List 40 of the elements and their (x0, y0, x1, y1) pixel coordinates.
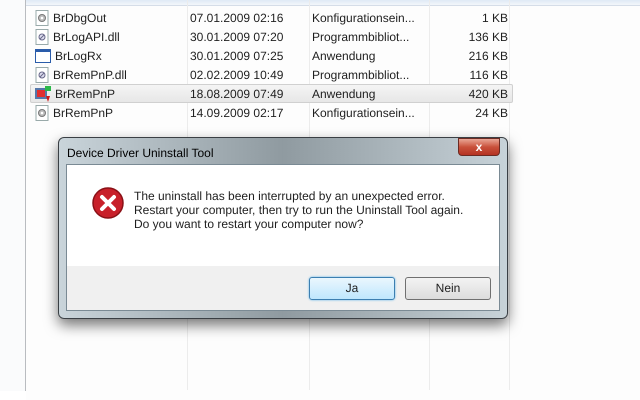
file-size: 420 KB (468, 86, 508, 102)
file-name: BrLogRx (55, 48, 102, 64)
error-icon (92, 187, 124, 219)
file-date: 18.08.2009 07:49 (189, 86, 284, 102)
file-size: 24 KB (474, 104, 508, 122)
file-row[interactable]: BrRemPnP.dll 02.02.2009 10:49 Programmbibliot... 116 KB (30, 65, 513, 84)
error-message-line: Restart your computer, then try to run the Uninstall Tool again. (134, 203, 464, 217)
file-type: Konfigurationsein... (311, 104, 416, 122)
file-name: BrDbgOut (53, 10, 106, 26)
file-type: Anwendung (311, 86, 376, 102)
file-name: BrRemPnP (53, 104, 114, 122)
file-name: BrLogAPI.dll (53, 28, 120, 46)
file-size: 216 KB (468, 48, 508, 64)
file-date: 30.01.2009 07:20 (189, 28, 284, 46)
file-type: Anwendung (311, 48, 376, 64)
file-name: BrRemPnP (55, 86, 116, 102)
error-message-line: Do you want to restart your computer now? (134, 217, 364, 231)
dialog-button[interactable]: Ja (309, 276, 395, 300)
file-size: 1 KB (480, 10, 508, 26)
dialog-title: Device Driver Uninstall Tool (66, 145, 214, 162)
file-name: BrRemPnP.dll (53, 66, 127, 84)
file-row[interactable]: BrLogRx 30.01.2009 07:25 Anwendung 216 KB (30, 46, 513, 65)
file-type: Programmbibliot... (311, 28, 410, 46)
file-row[interactable]: BrRemPnP 18.08.2009 07:49 Anwendung 420 KB (30, 84, 513, 103)
file-row[interactable]: BrRemPnP 14.09.2009 02:17 Konfigurationsein... 24 KB (30, 103, 513, 122)
error-message-line: The uninstall has been interrupted by an unexpected error. (134, 189, 446, 203)
dialog-button[interactable]: Nein (405, 276, 491, 300)
file-type: Konfigurationsein... (311, 10, 416, 26)
file-size: 116 KB (468, 66, 508, 84)
file-date: 30.01.2009 07:25 (189, 48, 284, 64)
program-icon (35, 86, 51, 102)
close-button[interactable]: x (458, 138, 500, 156)
window-icon (35, 48, 51, 62)
file-type: Programmbibliot... (311, 66, 410, 84)
file-date: 14.09.2009 02:17 (189, 104, 284, 122)
file-row[interactable]: BrLogAPI.dll 30.01.2009 07:20 Programmbibliot... 136 KB (30, 27, 513, 46)
file-date: 07.01.2009 02:16 (189, 10, 284, 26)
file-row[interactable]: BrDbgOut 07.01.2009 02:16 Konfigurationsein... 1 KB (30, 8, 513, 27)
file-size: 136 KB (468, 28, 508, 46)
file-date: 02.02.2009 10:49 (189, 66, 284, 84)
